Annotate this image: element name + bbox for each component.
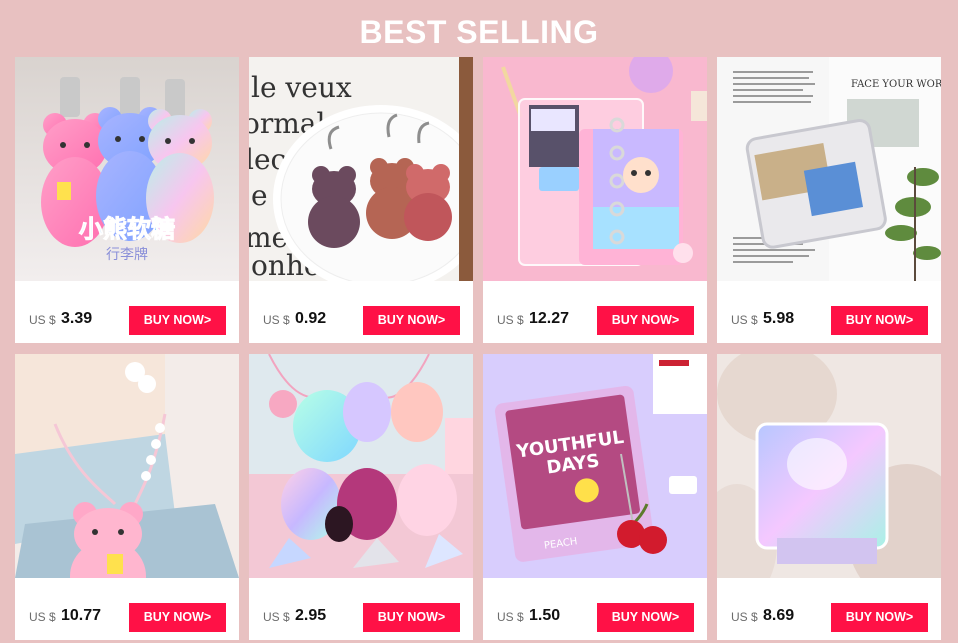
- image-caption: e: [251, 179, 268, 212]
- currency-label: US $: [497, 313, 524, 327]
- price-value: 2.95: [295, 607, 327, 624]
- buy-now-button[interactable]: BUY NOW>: [831, 603, 928, 632]
- image-caption: FACE YOUR WORLD: [851, 79, 941, 90]
- currency-label: US $: [263, 610, 290, 624]
- product-card[interactable]: US $ 12.27 BUY NOW>: [483, 57, 707, 343]
- price-row: US $ 12.27 BUY NOW>: [483, 281, 707, 343]
- buy-now-button[interactable]: BUY NOW>: [597, 306, 694, 335]
- section-title: BEST SELLING: [359, 14, 599, 50]
- image-caption: le veux: [251, 71, 352, 104]
- product-image-holographic-fur-bag[interactable]: [717, 354, 941, 578]
- price-row: US $ 0.92 BUY NOW>: [249, 281, 473, 343]
- price-row: US $ 8.69 BUY NOW>: [717, 578, 941, 640]
- product-card[interactable]: FACE YOUR WORLD US $ 5.98: [717, 57, 941, 343]
- currency-label: US $: [731, 610, 758, 624]
- price-value: 3.39: [61, 310, 93, 327]
- currency-label: US $: [29, 610, 56, 624]
- product-card[interactable]: 小熊软糖 行李牌 US $ 3.39 BUY NOW>: [15, 57, 239, 343]
- product-image-bear-luggage-tags[interactable]: 小熊软糖 行李牌: [15, 57, 239, 281]
- price-value: 10.77: [61, 607, 102, 624]
- buy-now-button[interactable]: BUY NOW>: [831, 306, 928, 335]
- buy-now-button[interactable]: BUY NOW>: [129, 603, 226, 632]
- product-card[interactable]: US $ 8.69 BUY NOW>: [717, 354, 941, 640]
- currency-label: US $: [731, 313, 758, 327]
- product-card[interactable]: US $ 10.77 BUY NOW>: [15, 354, 239, 640]
- image-caption: 行李牌: [106, 246, 148, 263]
- product-card[interactable]: le veux ormal lect e mer onheu US $ 0.92…: [249, 57, 473, 343]
- currency-label: US $: [263, 313, 290, 327]
- product-card[interactable]: YOUTHFUL DAYS PEACH US $ 1.50 BUY NOW>: [483, 354, 707, 640]
- price-value: 8.69: [763, 607, 795, 624]
- price-value: 1.50: [529, 607, 561, 624]
- buy-now-button[interactable]: BUY NOW>: [363, 306, 460, 335]
- price-row: US $ 5.98 BUY NOW>: [717, 281, 941, 343]
- price-row: US $ 10.77 BUY NOW>: [15, 578, 239, 640]
- product-image-glitter-wallet[interactable]: FACE YOUR WORLD: [717, 57, 941, 281]
- product-image-bear-crossbody-bag[interactable]: [15, 354, 239, 578]
- currency-label: US $: [29, 313, 56, 327]
- image-caption: 小熊软糖: [79, 215, 175, 243]
- price-value: 12.27: [529, 310, 570, 327]
- buy-now-button[interactable]: BUY NOW>: [597, 603, 694, 632]
- buy-now-button[interactable]: BUY NOW>: [129, 306, 226, 335]
- product-card[interactable]: US $ 2.95 BUY NOW>: [249, 354, 473, 640]
- product-image-cherry-card-holder[interactable]: YOUTHFUL DAYS PEACH: [483, 354, 707, 578]
- product-image-binder-notebook[interactable]: [483, 57, 707, 281]
- buy-now-button[interactable]: BUY NOW>: [363, 603, 460, 632]
- currency-label: US $: [497, 610, 524, 624]
- product-image-bear-keychains[interactable]: le veux ormal lect e mer onheu: [249, 57, 473, 281]
- price-row: US $ 3.39 BUY NOW>: [15, 281, 239, 343]
- price-value: 0.92: [295, 310, 327, 327]
- product-image-sequin-mermaid-pouches[interactable]: [249, 354, 473, 578]
- price-row: US $ 1.50 BUY NOW>: [483, 578, 707, 640]
- price-value: 5.98: [763, 310, 795, 327]
- price-row: US $ 2.95 BUY NOW>: [249, 578, 473, 640]
